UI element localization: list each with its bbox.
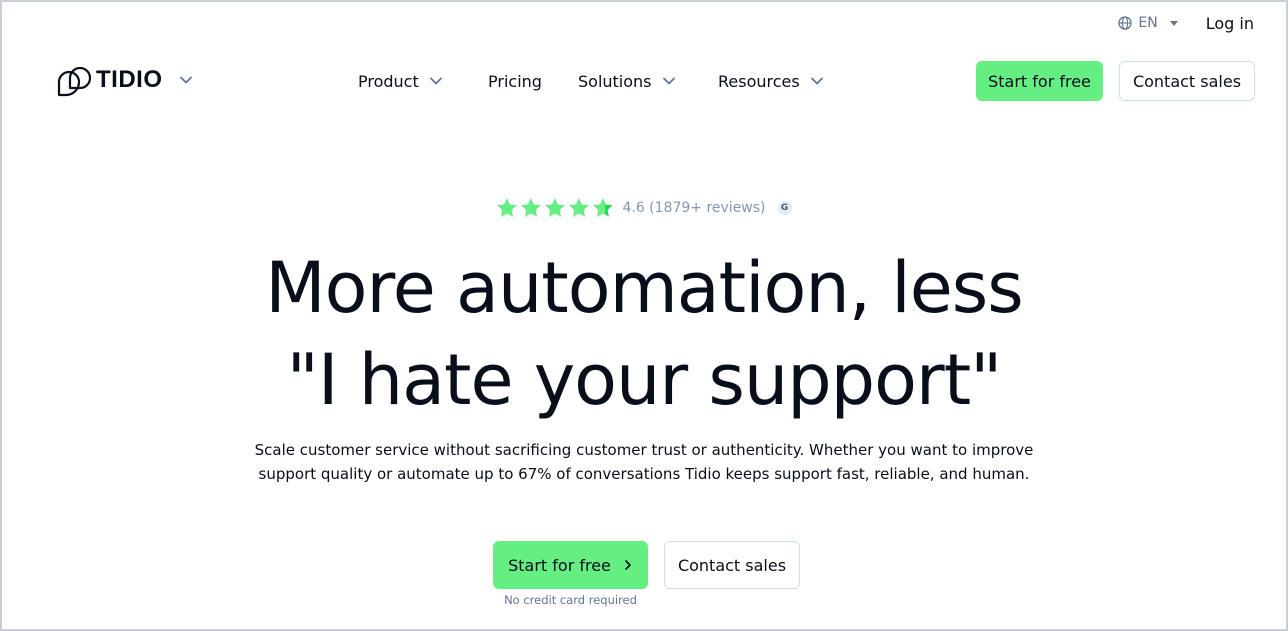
logo[interactable]: TIDIO	[56, 62, 193, 98]
chevron-down-icon	[429, 77, 442, 85]
hero-start-label: Start for free	[508, 555, 611, 575]
star-icon	[593, 198, 613, 217]
language-selector[interactable]: EN	[1118, 15, 1178, 31]
rating-stars	[496, 197, 614, 219]
nav-pricing-label: Pricing	[488, 71, 542, 91]
nav-product[interactable]: Product	[358, 60, 488, 102]
utility-bar: EN Log in	[1118, 12, 1254, 34]
hero-contact-sales-button[interactable]: Contact sales	[664, 541, 800, 589]
globe-icon	[1118, 16, 1133, 30]
hero-start-for-free-button[interactable]: Start for free	[493, 541, 648, 589]
no-credit-card-note: No credit card required	[504, 593, 637, 607]
headline-line-1: More automation, less	[265, 247, 1023, 329]
star-icon	[545, 198, 565, 217]
star-icon	[521, 198, 541, 217]
hero-headline: More automation, less "I hate your suppo…	[0, 242, 1288, 426]
hero-subtext: Scale customer service without sacrifici…	[0, 438, 1288, 486]
caret-down-icon	[1169, 20, 1178, 26]
subtext-line-1: Scale customer service without sacrifici…	[254, 441, 1034, 459]
tidio-logo-icon	[57, 66, 92, 97]
headline-line-2: "I hate your support"	[286, 339, 1003, 421]
g2-badge-icon: G	[777, 201, 792, 215]
logo-text: TIDIO	[96, 66, 163, 93]
contact-sales-button[interactable]: Contact sales	[1119, 61, 1255, 101]
nav-resources-label: Resources	[718, 71, 800, 91]
rating-row: 4.6 (1879+ reviews) G	[0, 197, 1288, 219]
nav-pricing[interactable]: Pricing	[488, 60, 578, 102]
star-icon	[569, 198, 589, 217]
subtext-line-2: support quality or automate up to 67% of…	[258, 465, 1030, 483]
chevron-down-icon	[810, 77, 823, 85]
nav-solutions-label: Solutions	[578, 71, 652, 91]
rating-text: 4.6 (1879+ reviews)	[622, 200, 766, 216]
nav-resources[interactable]: Resources	[718, 60, 828, 102]
chevron-down-icon	[179, 76, 192, 84]
cta-row: Start for free Contact sales	[0, 541, 1288, 589]
nav-solutions[interactable]: Solutions	[578, 60, 718, 102]
star-icon	[497, 198, 517, 217]
login-link[interactable]: Log in	[1206, 14, 1254, 33]
chevron-right-icon	[625, 560, 631, 570]
chevron-down-icon	[662, 77, 675, 85]
nav-product-label: Product	[358, 71, 419, 91]
main-nav: Product Pricing Solutions Resources	[358, 60, 828, 102]
main-header: TIDIO Product Pricing Solutions Resource…	[0, 60, 1288, 102]
language-label: EN	[1138, 15, 1158, 31]
start-for-free-button[interactable]: Start for free	[976, 61, 1103, 101]
